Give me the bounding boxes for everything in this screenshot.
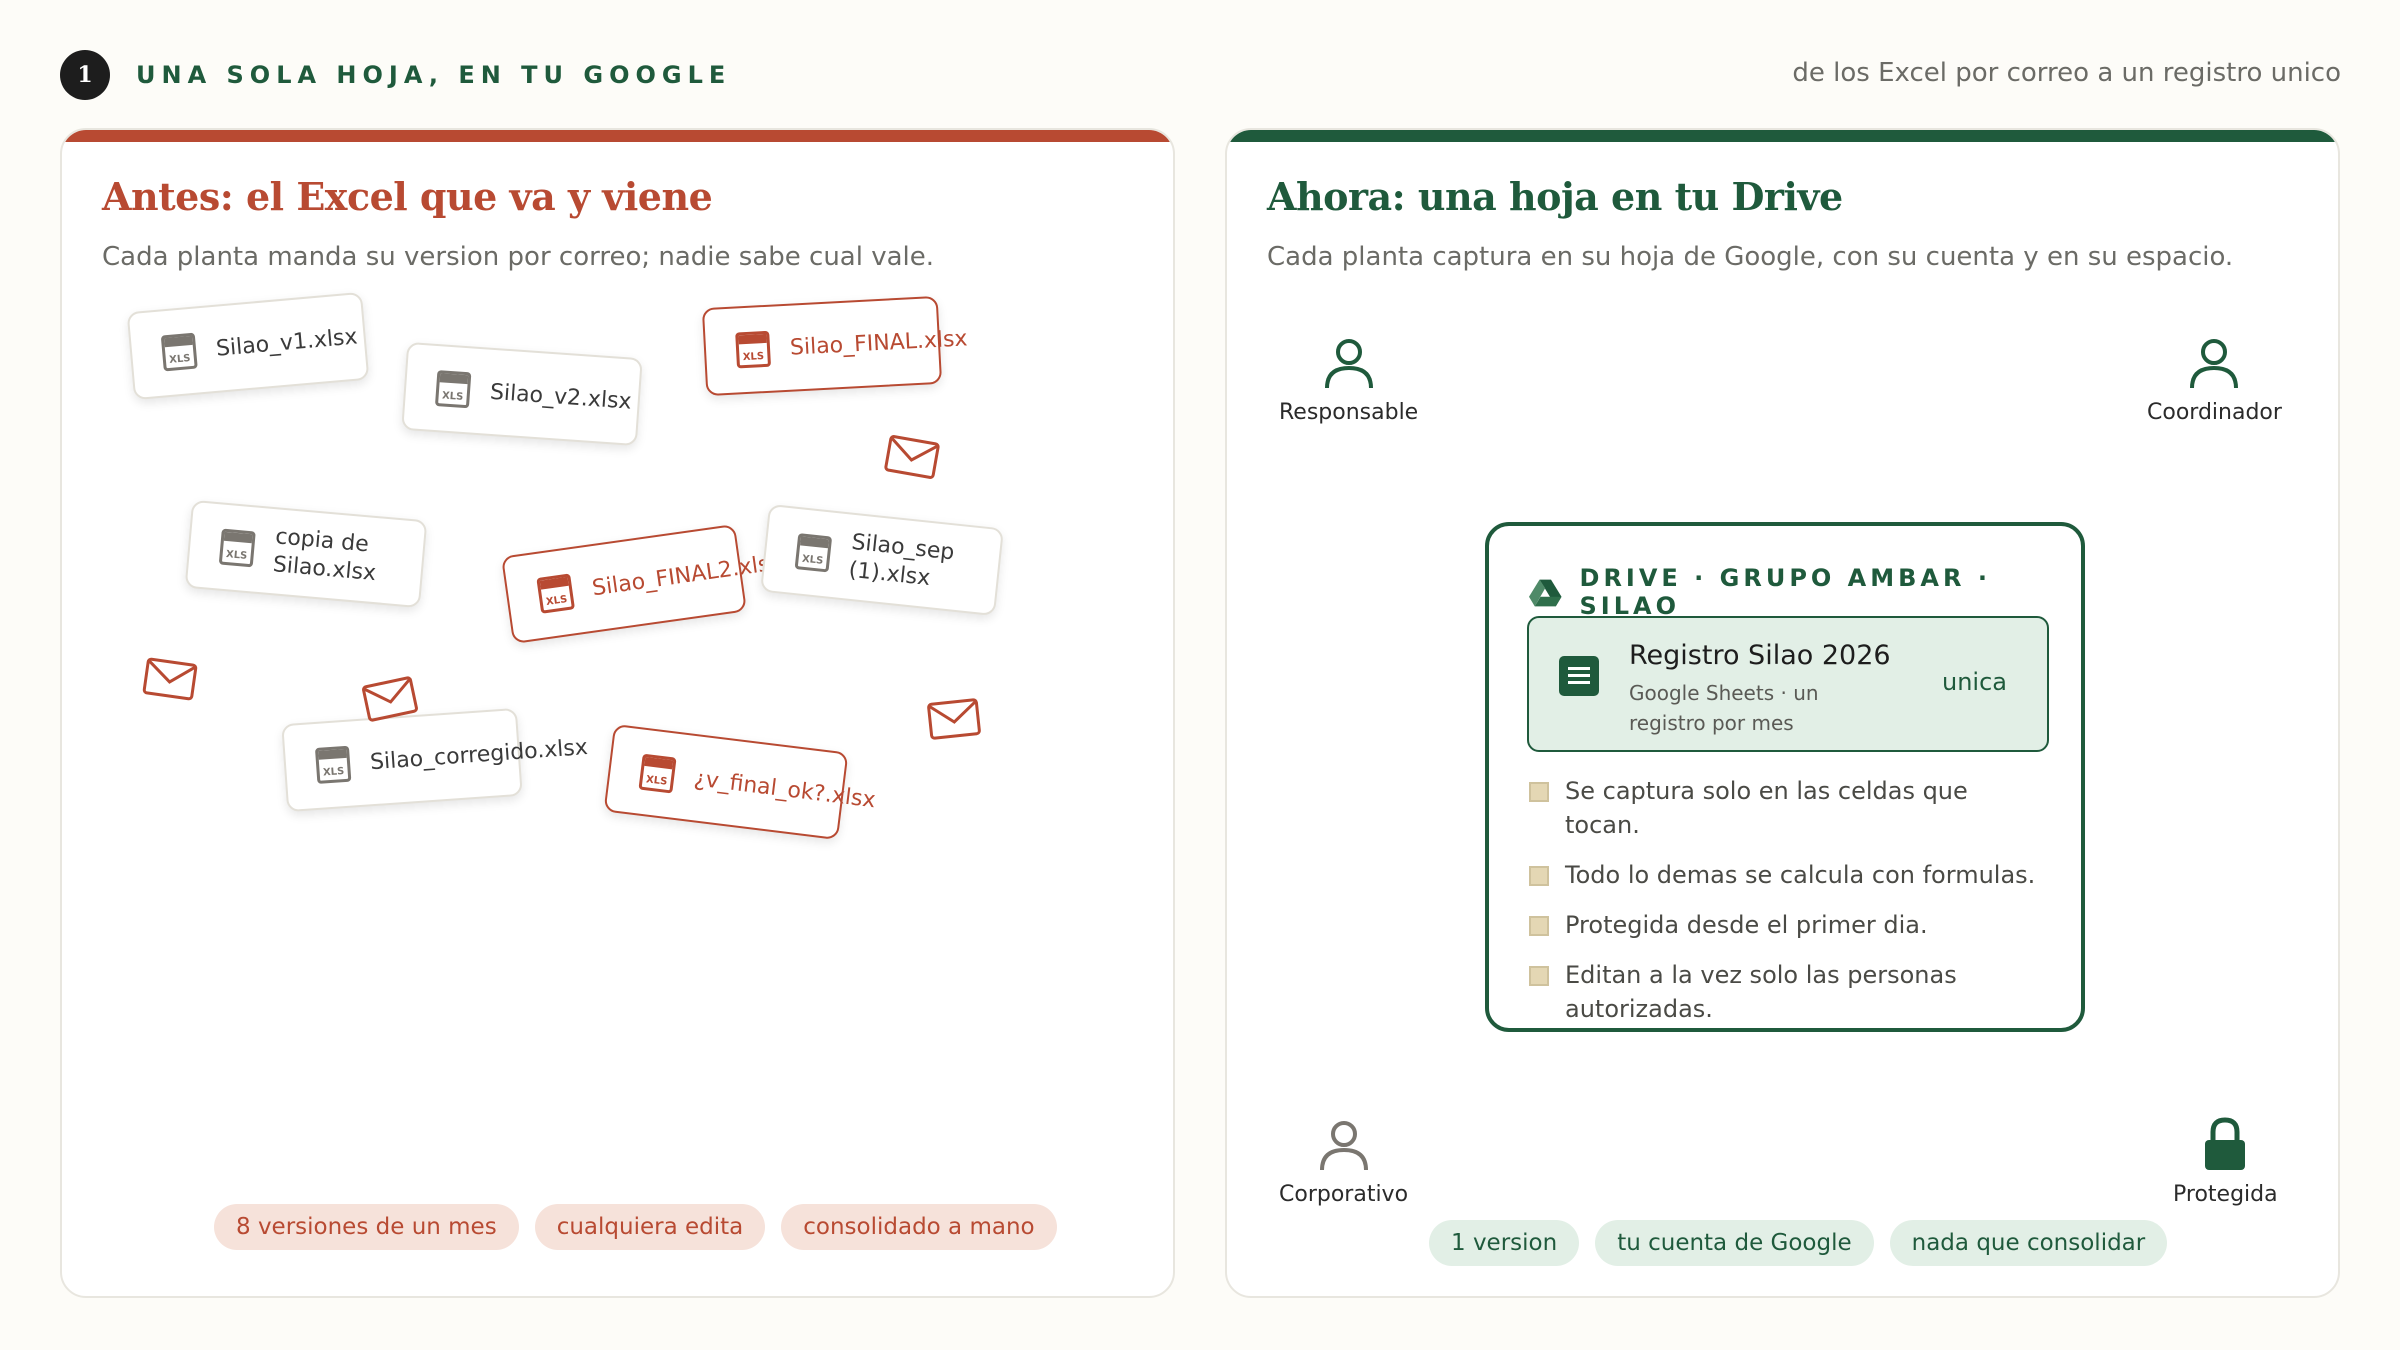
before-panel: Antes: el Excel que va y viene Cada plan…: [60, 128, 1175, 1298]
role-protegida: Protegida: [2173, 1114, 2278, 1207]
pill-tag: nada que consolidar: [1889, 1220, 2168, 1266]
file-chip: XLS copia de Silao.xlsx: [184, 499, 428, 609]
pill-tag: 1 version: [1429, 1220, 1580, 1266]
role-coordinador: Coordinador: [2147, 336, 2282, 425]
excel-file-icon: XLS: [735, 330, 772, 369]
unique-badge: unica: [1942, 668, 2007, 696]
feature-item: Todo lo demas se calcula con formulas.: [1529, 858, 2049, 892]
role-responsable: Responsable: [1279, 336, 1418, 425]
pill-tag: consolidado a mano: [781, 1204, 1057, 1250]
file-chip-final: XLS ¿v_final_ok?.xlsx: [603, 723, 877, 841]
role-label: Coordinador: [2147, 400, 2282, 425]
excel-file-icon: XLS: [794, 533, 833, 573]
envelope-icon: [927, 698, 981, 740]
feature-item: Se captura solo en las celdas que tocan.: [1529, 774, 2049, 842]
excel-file-icon: XLS: [434, 370, 472, 409]
file-chip: XLS Silao_v2.xlsx: [401, 341, 643, 447]
drive-header: DRIVE · GRUPO AMBAR · SILAO: [1529, 564, 2081, 620]
excel-file-icon: XLS: [536, 573, 576, 614]
file-chip-final: XLS Silao_FINAL2.xlsx: [501, 524, 784, 644]
step-number-badge: 1: [60, 50, 110, 100]
excel-file-icon: XLS: [314, 745, 352, 784]
excel-file-icon: XLS: [218, 528, 256, 568]
person-icon: [2190, 339, 2239, 389]
after-accent-bar: [1227, 130, 2338, 142]
file-name: Silao_v2.xlsx: [489, 379, 633, 415]
file-name: Silao_sep (1).xlsx: [847, 529, 956, 592]
file-chip: XLS Silao_sep (1).xlsx: [760, 503, 1004, 617]
role-label: Responsable: [1279, 400, 1419, 425]
section-summary: de los Excel por correo a un registro un…: [1792, 58, 2341, 88]
file-name: ¿v_final_ok?.xlsx: [692, 765, 877, 813]
file-chip: XLS Silao_corregido.xlsx: [281, 707, 589, 813]
drive-card: DRIVE · GRUPO AMBAR · SILAO Registro Sil…: [1485, 522, 2085, 1032]
role-label: Protegida: [2173, 1182, 2278, 1207]
before-subtitle: Cada planta manda su version por correo;…: [102, 242, 935, 272]
file-name: Silao_FINAL.xlsx: [789, 325, 969, 361]
checkbox-icon: [1529, 916, 1549, 936]
drive-label: DRIVE · GRUPO AMBAR · SILAO: [1579, 564, 1991, 620]
feature-item: Protegida desde el primer dia.: [1529, 908, 2049, 942]
role-corporativo: Corporativo: [1279, 1118, 1408, 1207]
file-chip: XLS Silao_v1.xlsx: [126, 291, 370, 401]
file-chip-final: XLS Silao_FINAL.xlsx: [701, 295, 968, 397]
checkbox-icon: [1529, 966, 1549, 986]
before-title: Antes: el Excel que va y viene: [102, 174, 713, 219]
feature-item: Editan a la vez solo las personas autori…: [1529, 958, 2049, 1026]
before-pills: 8 versiones de un mes cualquiera edita c…: [214, 1204, 1057, 1250]
file-name: copia de Silao.xlsx: [271, 524, 378, 587]
after-pills: 1 version tu cuenta de Google nada que c…: [1429, 1220, 2168, 1266]
excel-file-icon: XLS: [160, 332, 198, 372]
person-icon: [1324, 339, 1373, 389]
after-title: Ahora: una hoja en tu Drive: [1267, 174, 1843, 219]
checkbox-icon: [1529, 782, 1549, 802]
google-sheets-icon: [1559, 656, 1599, 696]
role-label: Corporativo: [1279, 1182, 1409, 1207]
section-header: 1 UNA SOLA HOJA, EN TU GOOGLE: [60, 50, 731, 100]
sheet-file-card[interactable]: Registro Silao 2026 Google Sheets · un r…: [1527, 616, 2049, 752]
envelope-icon: [142, 657, 198, 701]
pill-tag: tu cuenta de Google: [1595, 1220, 1874, 1266]
pill-tag: cualquiera edita: [534, 1204, 766, 1250]
after-subtitle: Cada planta captura en su hoja de Google…: [1267, 242, 2234, 272]
pill-tag: 8 versiones de un mes: [214, 1204, 519, 1250]
google-drive-icon: [1529, 579, 1562, 607]
checkbox-icon: [1529, 866, 1549, 886]
file-name: Silao_corregido.xlsx: [369, 734, 589, 775]
sheet-meta: Google Sheets · un registro por mes: [1629, 681, 1819, 735]
feature-list: Se captura solo en las celdas que tocan.…: [1529, 774, 2049, 1042]
envelope-icon: [884, 435, 940, 479]
section-kicker: UNA SOLA HOJA, EN TU GOOGLE: [136, 61, 732, 89]
before-accent-bar: [62, 130, 1173, 142]
file-name: Silao_v1.xlsx: [215, 323, 359, 362]
file-name: Silao_FINAL2.xlsx: [590, 549, 784, 601]
person-icon: [1319, 1121, 1368, 1171]
sheet-name: Registro Silao 2026: [1629, 640, 1891, 671]
after-panel: Ahora: una hoja en tu Drive Cada planta …: [1225, 128, 2340, 1298]
excel-file-icon: XLS: [638, 753, 677, 794]
lock-icon: [2205, 1117, 2246, 1170]
